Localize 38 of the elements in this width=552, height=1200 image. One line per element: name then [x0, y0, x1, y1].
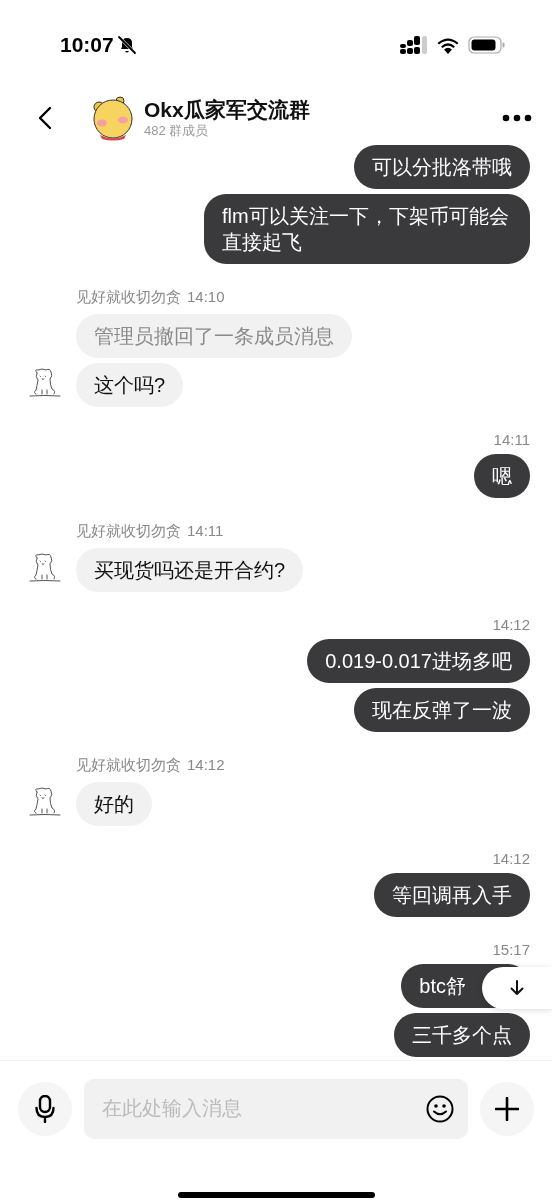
message-time: 14:11 [493, 431, 530, 449]
message-time: 14:11 [187, 522, 224, 540]
avatar-icon [28, 552, 62, 584]
more-icon[interactable] [502, 113, 532, 122]
message-bubble: 等回调再入手 [374, 873, 530, 917]
avatar-icon [28, 367, 62, 399]
signal-icon [400, 36, 428, 54]
arrow-down-icon [510, 980, 524, 996]
message-bubble: 好的 [76, 782, 152, 826]
microphone-icon [35, 1094, 55, 1123]
message-bubble: 嗯 [474, 454, 530, 498]
message-time: 15:17 [492, 941, 530, 959]
message-bubble: 买现货吗还是开合约? [76, 548, 304, 592]
sender-name: 见好就收切勿贪 [76, 522, 181, 540]
emoji-icon[interactable] [426, 1094, 454, 1123]
status-time: 10:07 [60, 33, 114, 57]
battery-icon [468, 36, 506, 54]
wifi-icon [436, 36, 460, 54]
avatar-icon [28, 786, 62, 818]
member-count: 482 群成员 [144, 122, 210, 139]
message-time: 14:10 [187, 288, 225, 306]
message-bubble: flm可以关注一下，下架币可能会直接起飞 [204, 194, 530, 264]
message-bubble: 可以分批洛带哦 [354, 145, 530, 189]
sender-name: 见好就收切勿贪 [76, 756, 181, 774]
sender-name: 见好就收切勿贪 [76, 288, 181, 306]
group-title: Okx瓜家军交流群 [144, 96, 311, 123]
message-bubble: 现在反弹了一波 [354, 688, 530, 732]
message-bubble: 三千多个点 [394, 1013, 530, 1057]
message-bubble: 0.019-0.017进场多吧 [307, 639, 530, 683]
group-avatar [90, 94, 136, 141]
message-time: 14:12 [187, 756, 225, 774]
message-time: 14:12 [492, 850, 530, 868]
scroll-down-button[interactable] [482, 967, 552, 1009]
recall-notice: 管理员撤回了一条成员消息 [76, 314, 352, 358]
message-time: 14:12 [492, 616, 530, 634]
back-icon[interactable] [38, 105, 52, 130]
message-bubble: 这个吗? [76, 363, 184, 407]
plus-icon [495, 1096, 519, 1121]
